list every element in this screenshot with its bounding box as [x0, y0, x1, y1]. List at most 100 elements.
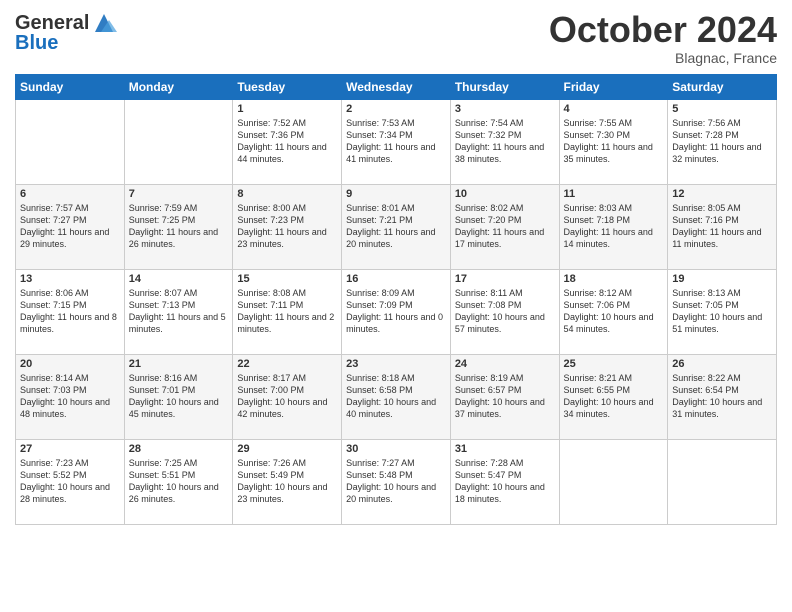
logo: General Blue — [15, 10, 117, 54]
cell-content: Sunrise: 8:12 AM Sunset: 7:06 PM Dayligh… — [564, 287, 664, 336]
daylight-text: Daylight: 10 hours and 34 minutes. — [564, 397, 654, 419]
cell-content: Sunrise: 8:07 AM Sunset: 7:13 PM Dayligh… — [129, 287, 229, 336]
day-number: 6 — [20, 188, 120, 200]
day-number: 21 — [129, 358, 229, 370]
sunrise-text: Sunrise: 7:54 AM — [455, 118, 524, 128]
calendar-cell — [16, 99, 125, 184]
location: Blagnac, France — [549, 50, 777, 66]
sunrise-text: Sunrise: 8:12 AM — [564, 288, 633, 298]
daylight-text: Daylight: 10 hours and 48 minutes. — [20, 397, 110, 419]
daylight-text: Daylight: 11 hours and 44 minutes. — [237, 142, 326, 164]
cell-content: Sunrise: 8:03 AM Sunset: 7:18 PM Dayligh… — [564, 202, 664, 251]
day-number: 25 — [564, 358, 664, 370]
sunset-text: Sunset: 7:30 PM — [564, 130, 631, 140]
sunset-text: Sunset: 7:13 PM — [129, 300, 196, 310]
cell-content: Sunrise: 7:25 AM Sunset: 5:51 PM Dayligh… — [129, 457, 229, 506]
sunset-text: Sunset: 7:16 PM — [672, 215, 739, 225]
calendar-cell: 14 Sunrise: 8:07 AM Sunset: 7:13 PM Dayl… — [124, 269, 233, 354]
day-number: 16 — [346, 273, 446, 285]
sunset-text: Sunset: 7:00 PM — [237, 385, 304, 395]
cell-content: Sunrise: 7:53 AM Sunset: 7:34 PM Dayligh… — [346, 117, 446, 166]
sunset-text: Sunset: 7:05 PM — [672, 300, 739, 310]
sunset-text: Sunset: 6:58 PM — [346, 385, 413, 395]
sunset-text: Sunset: 7:09 PM — [346, 300, 413, 310]
calendar-cell: 31 Sunrise: 7:28 AM Sunset: 5:47 PM Dayl… — [450, 439, 559, 524]
day-number: 12 — [672, 188, 772, 200]
daylight-text: Daylight: 10 hours and 37 minutes. — [455, 397, 545, 419]
logo-blue: Blue — [15, 32, 117, 54]
sunset-text: Sunset: 7:03 PM — [20, 385, 87, 395]
sunrise-text: Sunrise: 8:07 AM — [129, 288, 198, 298]
daylight-text: Daylight: 10 hours and 28 minutes. — [20, 482, 110, 504]
sunrise-text: Sunrise: 7:53 AM — [346, 118, 415, 128]
cell-content: Sunrise: 7:28 AM Sunset: 5:47 PM Dayligh… — [455, 457, 555, 506]
daylight-text: Daylight: 10 hours and 51 minutes. — [672, 312, 762, 334]
sunrise-text: Sunrise: 7:28 AM — [455, 458, 524, 468]
day-number: 7 — [129, 188, 229, 200]
daylight-text: Daylight: 10 hours and 57 minutes. — [455, 312, 545, 334]
sunset-text: Sunset: 5:51 PM — [129, 470, 196, 480]
sunrise-text: Sunrise: 7:56 AM — [672, 118, 741, 128]
sunrise-text: Sunrise: 7:55 AM — [564, 118, 633, 128]
calendar-cell: 24 Sunrise: 8:19 AM Sunset: 6:57 PM Dayl… — [450, 354, 559, 439]
cell-content: Sunrise: 8:21 AM Sunset: 6:55 PM Dayligh… — [564, 372, 664, 421]
title-block: October 2024 Blagnac, France — [549, 10, 777, 66]
sunset-text: Sunset: 7:36 PM — [237, 130, 304, 140]
day-number: 2 — [346, 103, 446, 115]
calendar-cell: 2 Sunrise: 7:53 AM Sunset: 7:34 PM Dayli… — [342, 99, 451, 184]
day-number: 28 — [129, 443, 229, 455]
day-number: 19 — [672, 273, 772, 285]
daylight-text: Daylight: 10 hours and 23 minutes. — [237, 482, 327, 504]
calendar-cell: 20 Sunrise: 8:14 AM Sunset: 7:03 PM Dayl… — [16, 354, 125, 439]
sunset-text: Sunset: 7:08 PM — [455, 300, 522, 310]
cell-content: Sunrise: 8:02 AM Sunset: 7:20 PM Dayligh… — [455, 202, 555, 251]
sunrise-text: Sunrise: 8:14 AM — [20, 373, 89, 383]
day-number: 4 — [564, 103, 664, 115]
sunset-text: Sunset: 7:34 PM — [346, 130, 413, 140]
calendar-cell: 27 Sunrise: 7:23 AM Sunset: 5:52 PM Dayl… — [16, 439, 125, 524]
header-thursday: Thursday — [450, 74, 559, 99]
header-sunday: Sunday — [16, 74, 125, 99]
sunset-text: Sunset: 6:55 PM — [564, 385, 631, 395]
cell-content: Sunrise: 8:05 AM Sunset: 7:16 PM Dayligh… — [672, 202, 772, 251]
sunset-text: Sunset: 7:01 PM — [129, 385, 196, 395]
day-number: 14 — [129, 273, 229, 285]
day-number: 18 — [564, 273, 664, 285]
daylight-text: Daylight: 11 hours and 14 minutes. — [564, 227, 653, 249]
calendar-cell: 4 Sunrise: 7:55 AM Sunset: 7:30 PM Dayli… — [559, 99, 668, 184]
daylight-text: Daylight: 11 hours and 29 minutes. — [20, 227, 109, 249]
cell-content: Sunrise: 7:55 AM Sunset: 7:30 PM Dayligh… — [564, 117, 664, 166]
calendar-cell: 21 Sunrise: 8:16 AM Sunset: 7:01 PM Dayl… — [124, 354, 233, 439]
cell-content: Sunrise: 8:16 AM Sunset: 7:01 PM Dayligh… — [129, 372, 229, 421]
day-number: 23 — [346, 358, 446, 370]
sunset-text: Sunset: 7:18 PM — [564, 215, 631, 225]
weekday-header-row: Sunday Monday Tuesday Wednesday Thursday… — [16, 74, 777, 99]
cell-content: Sunrise: 8:17 AM Sunset: 7:00 PM Dayligh… — [237, 372, 337, 421]
sunrise-text: Sunrise: 8:05 AM — [672, 203, 741, 213]
calendar-cell: 25 Sunrise: 8:21 AM Sunset: 6:55 PM Dayl… — [559, 354, 668, 439]
calendar-cell: 9 Sunrise: 8:01 AM Sunset: 7:21 PM Dayli… — [342, 184, 451, 269]
daylight-text: Daylight: 10 hours and 45 minutes. — [129, 397, 219, 419]
day-number: 20 — [20, 358, 120, 370]
calendar-cell: 7 Sunrise: 7:59 AM Sunset: 7:25 PM Dayli… — [124, 184, 233, 269]
daylight-text: Daylight: 10 hours and 18 minutes. — [455, 482, 545, 504]
daylight-text: Daylight: 11 hours and 17 minutes. — [455, 227, 544, 249]
calendar-cell: 26 Sunrise: 8:22 AM Sunset: 6:54 PM Dayl… — [668, 354, 777, 439]
calendar-cell: 15 Sunrise: 8:08 AM Sunset: 7:11 PM Dayl… — [233, 269, 342, 354]
logo-general: General — [15, 12, 89, 34]
daylight-text: Daylight: 10 hours and 54 minutes. — [564, 312, 654, 334]
sunrise-text: Sunrise: 7:52 AM — [237, 118, 306, 128]
sunset-text: Sunset: 6:57 PM — [455, 385, 522, 395]
sunset-text: Sunset: 7:27 PM — [20, 215, 87, 225]
sunset-text: Sunset: 7:21 PM — [346, 215, 413, 225]
cell-content: Sunrise: 7:59 AM Sunset: 7:25 PM Dayligh… — [129, 202, 229, 251]
daylight-text: Daylight: 11 hours and 23 minutes. — [237, 227, 326, 249]
day-number: 24 — [455, 358, 555, 370]
sunrise-text: Sunrise: 8:22 AM — [672, 373, 741, 383]
calendar-cell — [668, 439, 777, 524]
header-saturday: Saturday — [668, 74, 777, 99]
sunrise-text: Sunrise: 8:00 AM — [237, 203, 306, 213]
cell-content: Sunrise: 7:56 AM Sunset: 7:28 PM Dayligh… — [672, 117, 772, 166]
sunrise-text: Sunrise: 8:21 AM — [564, 373, 633, 383]
daylight-text: Daylight: 11 hours and 38 minutes. — [455, 142, 544, 164]
